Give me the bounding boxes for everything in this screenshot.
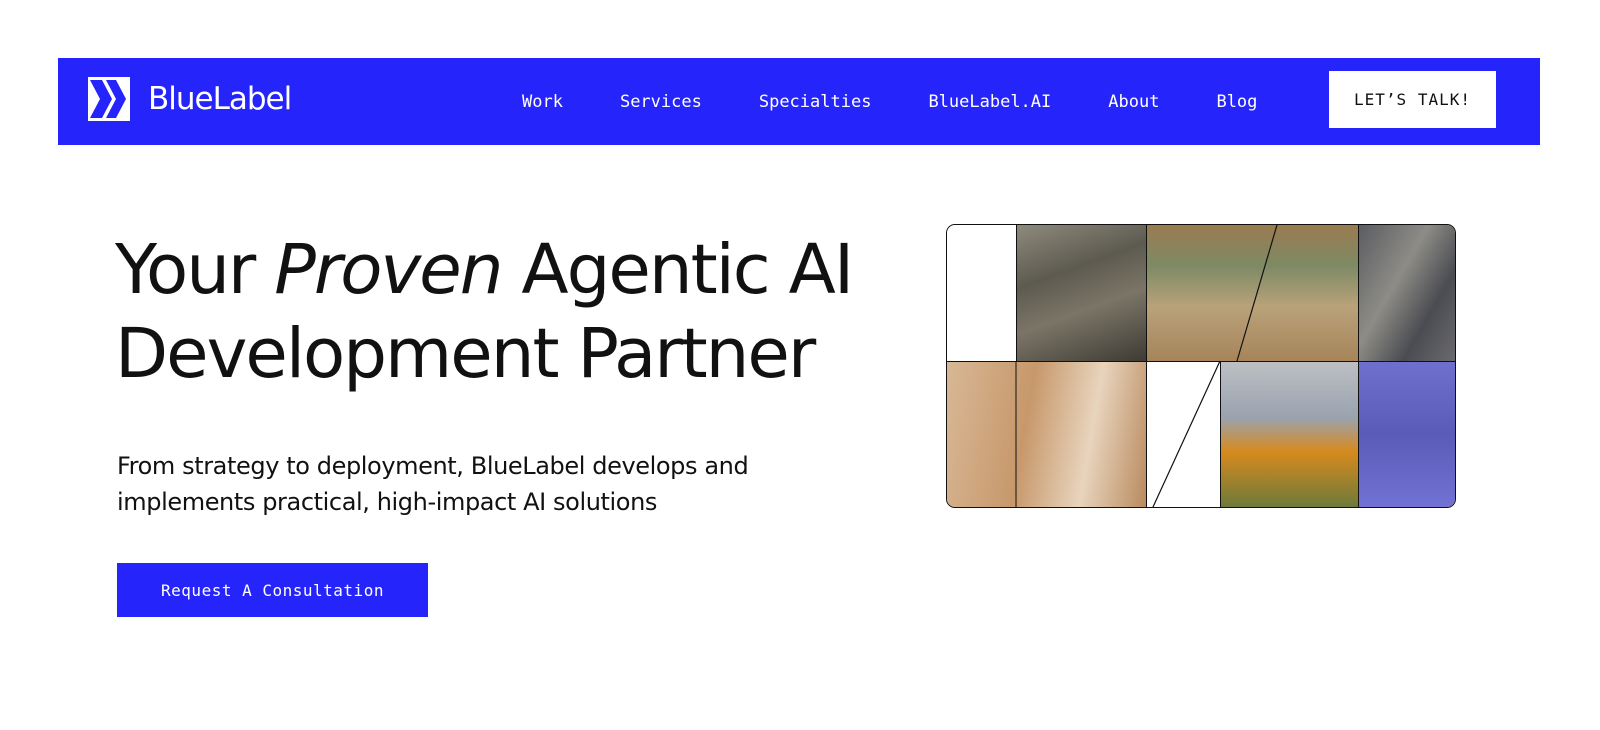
primary-navigation: Work Services Specialties BlueLabel.AI A… — [522, 58, 1257, 145]
collage-diagonal-lines — [1015, 225, 1278, 507]
brand-logo-link[interactable]: BlueLabel — [88, 77, 292, 121]
brand-name: BlueLabel — [148, 81, 292, 117]
hero-image-collage — [946, 224, 1456, 508]
hero-title: Your Proven Agentic AI Development Partne… — [115, 228, 854, 396]
nav-link-bluelabel-ai[interactable]: BlueLabel.AI — [928, 92, 1051, 112]
hero-title-italic: Proven — [274, 230, 503, 310]
hero-title-part2: Agentic AI — [501, 230, 854, 310]
hero-title-line2: Development Partner — [115, 314, 816, 394]
bluelabel-logo-icon — [88, 77, 130, 121]
top-nav-bar: BlueLabel Work Services Specialties Blue… — [58, 58, 1540, 145]
nav-link-work[interactable]: Work — [522, 92, 563, 112]
hero-subtitle: From strategy to deployment, BlueLabel d… — [117, 452, 749, 516]
request-consultation-button[interactable]: Request A Consultation — [117, 563, 428, 617]
nav-link-about[interactable]: About — [1108, 92, 1159, 112]
nav-link-services[interactable]: Services — [620, 92, 702, 112]
lets-talk-button[interactable]: LET’S TALK! — [1329, 71, 1496, 128]
hero-title-part1: Your — [115, 230, 275, 310]
nav-link-blog[interactable]: Blog — [1216, 92, 1257, 112]
nav-link-specialties[interactable]: Specialties — [759, 92, 872, 112]
